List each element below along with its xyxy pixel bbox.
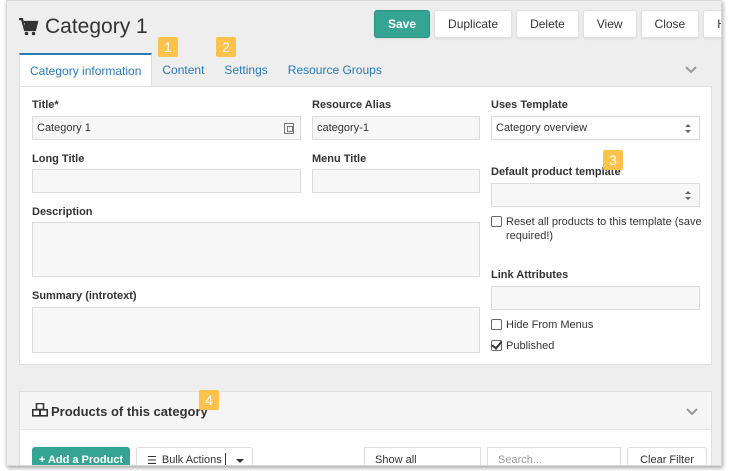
- page-title: Category 1: [19, 15, 148, 39]
- description-label: Description: [32, 206, 93, 218]
- published-row[interactable]: Published: [491, 339, 554, 353]
- uses-template-label: Uses Template: [491, 99, 568, 111]
- select-arrows-icon: [685, 191, 691, 200]
- page-title-text: Category 1: [45, 15, 148, 38]
- select-arrows-icon: [685, 124, 691, 133]
- summary-textarea[interactable]: [32, 307, 480, 353]
- tab-content[interactable]: Content: [152, 53, 214, 87]
- hide-from-menus-checkbox[interactable]: [491, 319, 502, 330]
- lock-icon[interactable]: [284, 123, 294, 134]
- reset-products-checkbox-row[interactable]: Reset all products to this template (sav…: [491, 215, 706, 243]
- title-label: Title*: [32, 99, 59, 111]
- menu-title-label: Menu Title: [312, 153, 367, 165]
- annotation-badge-1: 1: [158, 37, 178, 57]
- hide-from-menus-label: Hide From Menus: [506, 319, 594, 331]
- search-input[interactable]: Search...: [487, 447, 621, 465]
- long-title-label: Long Title: [32, 153, 85, 165]
- view-button[interactable]: View: [582, 10, 637, 38]
- published-label: Published: [506, 340, 555, 352]
- products-panel-title: Products of this category: [51, 404, 208, 419]
- reset-products-label: Reset all products to this template (sav…: [506, 216, 702, 242]
- cubes-icon: [32, 403, 48, 417]
- add-product-button[interactable]: + Add a Product: [32, 447, 130, 465]
- description-textarea[interactable]: [32, 222, 480, 277]
- toolbar: Save Duplicate Delete View Close Help!: [374, 10, 721, 38]
- close-button[interactable]: Close: [640, 10, 700, 38]
- help-button[interactable]: Help!: [703, 10, 721, 38]
- resource-alias-label: Resource Alias: [312, 99, 392, 111]
- list-icon: ☰: [147, 454, 157, 466]
- annotation-badge-3: 3: [603, 150, 623, 170]
- save-button[interactable]: Save: [374, 10, 431, 38]
- default-product-template-label: Default product template: [491, 166, 621, 178]
- menu-title-input[interactable]: [312, 169, 480, 193]
- bulk-actions-label: Bulk Actions: [161, 454, 222, 466]
- hide-from-menus-row[interactable]: Hide From Menus: [491, 318, 593, 332]
- title-input[interactable]: Category 1: [32, 116, 301, 140]
- published-checkbox[interactable]: [491, 340, 502, 351]
- tab-resource-groups[interactable]: Resource Groups: [278, 53, 392, 87]
- reset-products-checkbox[interactable]: [491, 216, 502, 227]
- shopping-cart-icon: [19, 18, 39, 36]
- chevron-down-icon[interactable]: [685, 405, 699, 419]
- uses-template-select[interactable]: Category overview: [491, 116, 700, 140]
- summary-label: Summary (introtext): [32, 290, 137, 302]
- link-attributes-input[interactable]: [491, 286, 700, 310]
- collapse-chevron-icon[interactable]: [684, 63, 698, 77]
- show-filter-select[interactable]: Show all: [364, 447, 481, 465]
- caret-down-icon[interactable]: [236, 459, 244, 463]
- category-information-panel: Title* Category 1 Resource Alias categor…: [19, 86, 712, 365]
- uses-template-value: Category overview: [496, 122, 588, 134]
- products-panel-header[interactable]: Products of this category: [20, 392, 711, 430]
- delete-button[interactable]: Delete: [516, 10, 579, 38]
- long-title-input[interactable]: [32, 169, 301, 193]
- annotation-badge-2: 2: [216, 37, 236, 57]
- annotation-badge-4: 4: [199, 390, 219, 410]
- title-input-value: Category 1: [37, 122, 91, 134]
- resource-alias-input[interactable]: category-1: [312, 116, 480, 140]
- link-attributes-label: Link Attributes: [491, 269, 569, 281]
- duplicate-button[interactable]: Duplicate: [434, 10, 513, 38]
- bulk-actions-button[interactable]: ☰ Bulk Actions: [136, 447, 253, 466]
- tab-settings[interactable]: Settings: [214, 53, 277, 87]
- clear-filter-button[interactable]: Clear Filter: [627, 447, 707, 465]
- tab-bar: Category information Content Settings Re…: [19, 53, 712, 87]
- default-product-template-select[interactable]: [491, 183, 700, 207]
- products-panel: Products of this category + Add a Produc…: [19, 391, 712, 466]
- tab-category-information[interactable]: Category information: [19, 53, 153, 87]
- app-window: Category 1 Save Duplicate Delete View Cl…: [6, 0, 722, 466]
